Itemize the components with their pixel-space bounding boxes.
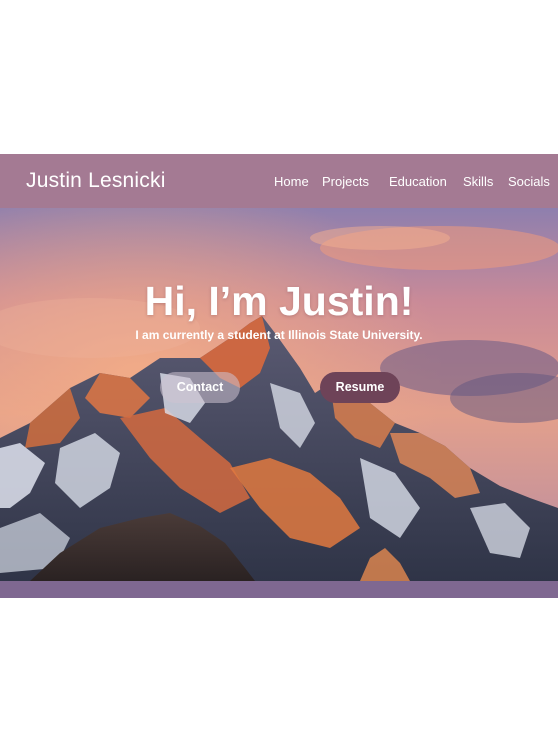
footer-bar — [0, 581, 558, 598]
site-brand[interactable]: Justin Lesnicki — [26, 169, 166, 193]
contact-button[interactable]: Contact — [160, 372, 240, 403]
hero-subtitle: I am currently a student at Illinois Sta… — [135, 328, 423, 342]
nav-link-socials[interactable]: Socials — [508, 174, 550, 189]
navbar: Justin Lesnicki Home Projects Education … — [0, 154, 558, 208]
mountain-sunset-background — [0, 208, 558, 581]
hero-title: Hi, I’m Justin! — [144, 278, 414, 324]
nav-link-home[interactable]: Home — [274, 174, 309, 189]
portfolio-page: Justin Lesnicki Home Projects Education … — [0, 154, 558, 598]
nav-link-skills[interactable]: Skills — [463, 174, 493, 189]
hero-section: Hi, I’m Justin! I am currently a student… — [0, 208, 558, 581]
resume-button[interactable]: Resume — [320, 372, 400, 403]
nav-link-projects[interactable]: Projects — [322, 174, 369, 189]
nav-link-education[interactable]: Education — [389, 174, 447, 189]
